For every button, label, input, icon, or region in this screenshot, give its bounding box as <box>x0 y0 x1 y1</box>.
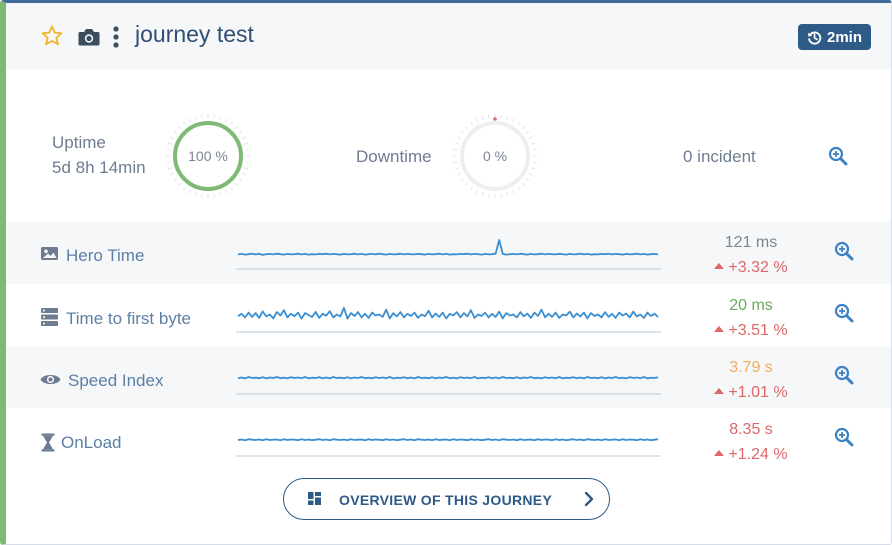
metric-sparkline <box>236 239 661 270</box>
availability-summary: Uptime 5d 8h 14min 100 % Downtime 0 % 0 … <box>6 70 891 222</box>
chevron-right-icon <box>584 491 594 507</box>
trend-up-icon <box>714 449 725 456</box>
hourglass-icon <box>41 433 55 452</box>
metric-row-speed-index: Speed Index 3.79 s +1.01 % <box>6 346 891 408</box>
metric-zoom-icon[interactable] <box>834 241 854 261</box>
downtime-percent: 0 % <box>482 148 508 164</box>
metric-value: 8.35 s <box>729 421 773 438</box>
metric-label: Time to first byte <box>66 309 192 328</box>
trend-up-icon <box>714 325 725 332</box>
history-icon <box>807 30 822 45</box>
metric-delta-text: +1.24 % <box>728 446 788 463</box>
incidents-zoom-icon[interactable] <box>828 146 848 166</box>
incident-count: 0 incident <box>683 147 756 166</box>
sparkline-series <box>237 376 659 380</box>
downtime-gauge: 0 % <box>450 111 540 201</box>
metric-label: Speed Index <box>68 371 164 390</box>
metric-delta-text: +3.51 % <box>728 322 788 339</box>
journey-title: journey test <box>135 21 254 47</box>
sparkline-series <box>237 306 659 320</box>
metric-label: OnLoad <box>61 433 122 452</box>
uptime-gauge: 100 % <box>163 111 253 201</box>
metric-label: Hero Time <box>66 246 145 265</box>
metric-zoom-icon[interactable] <box>834 427 854 447</box>
metric-value: 121 ms <box>724 234 778 251</box>
sparkline-series <box>237 438 659 442</box>
metric-sparkline <box>236 306 661 333</box>
metric-sparkline <box>236 376 661 395</box>
star-icon[interactable] <box>40 24 64 48</box>
metric-delta: +3.32 % <box>691 259 811 277</box>
uptime-percent: 100 % <box>188 148 228 164</box>
metric-delta: +3.51 % <box>691 322 811 340</box>
metric-value: 3.79 s <box>729 359 773 376</box>
metric-row-ttfb: Time to first byte 20 ms +3.51 % <box>6 284 891 346</box>
refresh-interval-text: 2min <box>826 28 862 46</box>
sparkline-series <box>237 239 659 256</box>
kebab-menu-icon[interactable] <box>111 24 121 50</box>
overview-journey-button[interactable]: OVERVIEW OF THIS JOURNEY <box>283 478 610 520</box>
card-header: journey test 2min <box>6 3 891 70</box>
server-icon <box>41 308 58 326</box>
uptime-label: Uptime <box>52 133 106 152</box>
dashboard-grid-icon <box>308 492 321 505</box>
camera-icon[interactable] <box>78 27 100 47</box>
metric-delta: +1.24 % <box>691 446 811 464</box>
metric-delta: +1.01 % <box>691 384 811 402</box>
refresh-interval-badge[interactable]: 2min <box>798 24 871 50</box>
downtime-label: Downtime <box>356 147 432 166</box>
trend-up-icon <box>714 262 725 269</box>
metric-zoom-icon[interactable] <box>834 365 854 385</box>
trend-up-icon <box>714 387 725 394</box>
metric-sparkline <box>236 438 661 457</box>
metric-row-hero-time: Hero Time 121 ms +3.32 % <box>6 222 891 284</box>
metric-row-onload: OnLoad 8.35 s +1.24 % <box>6 408 891 470</box>
metric-value: 20 ms <box>729 297 773 314</box>
image-icon <box>41 247 58 260</box>
eye-icon <box>40 375 61 384</box>
metric-delta-text: +3.32 % <box>728 259 788 276</box>
metric-zoom-icon[interactable] <box>834 303 854 323</box>
overview-button-label: OVERVIEW OF THIS JOURNEY <box>339 492 553 508</box>
journey-card: journey test 2min Uptime 5d 8h 14min 100… <box>0 0 892 545</box>
uptime-duration: 5d 8h 14min <box>52 158 146 177</box>
metric-delta-text: +1.01 % <box>728 384 788 401</box>
